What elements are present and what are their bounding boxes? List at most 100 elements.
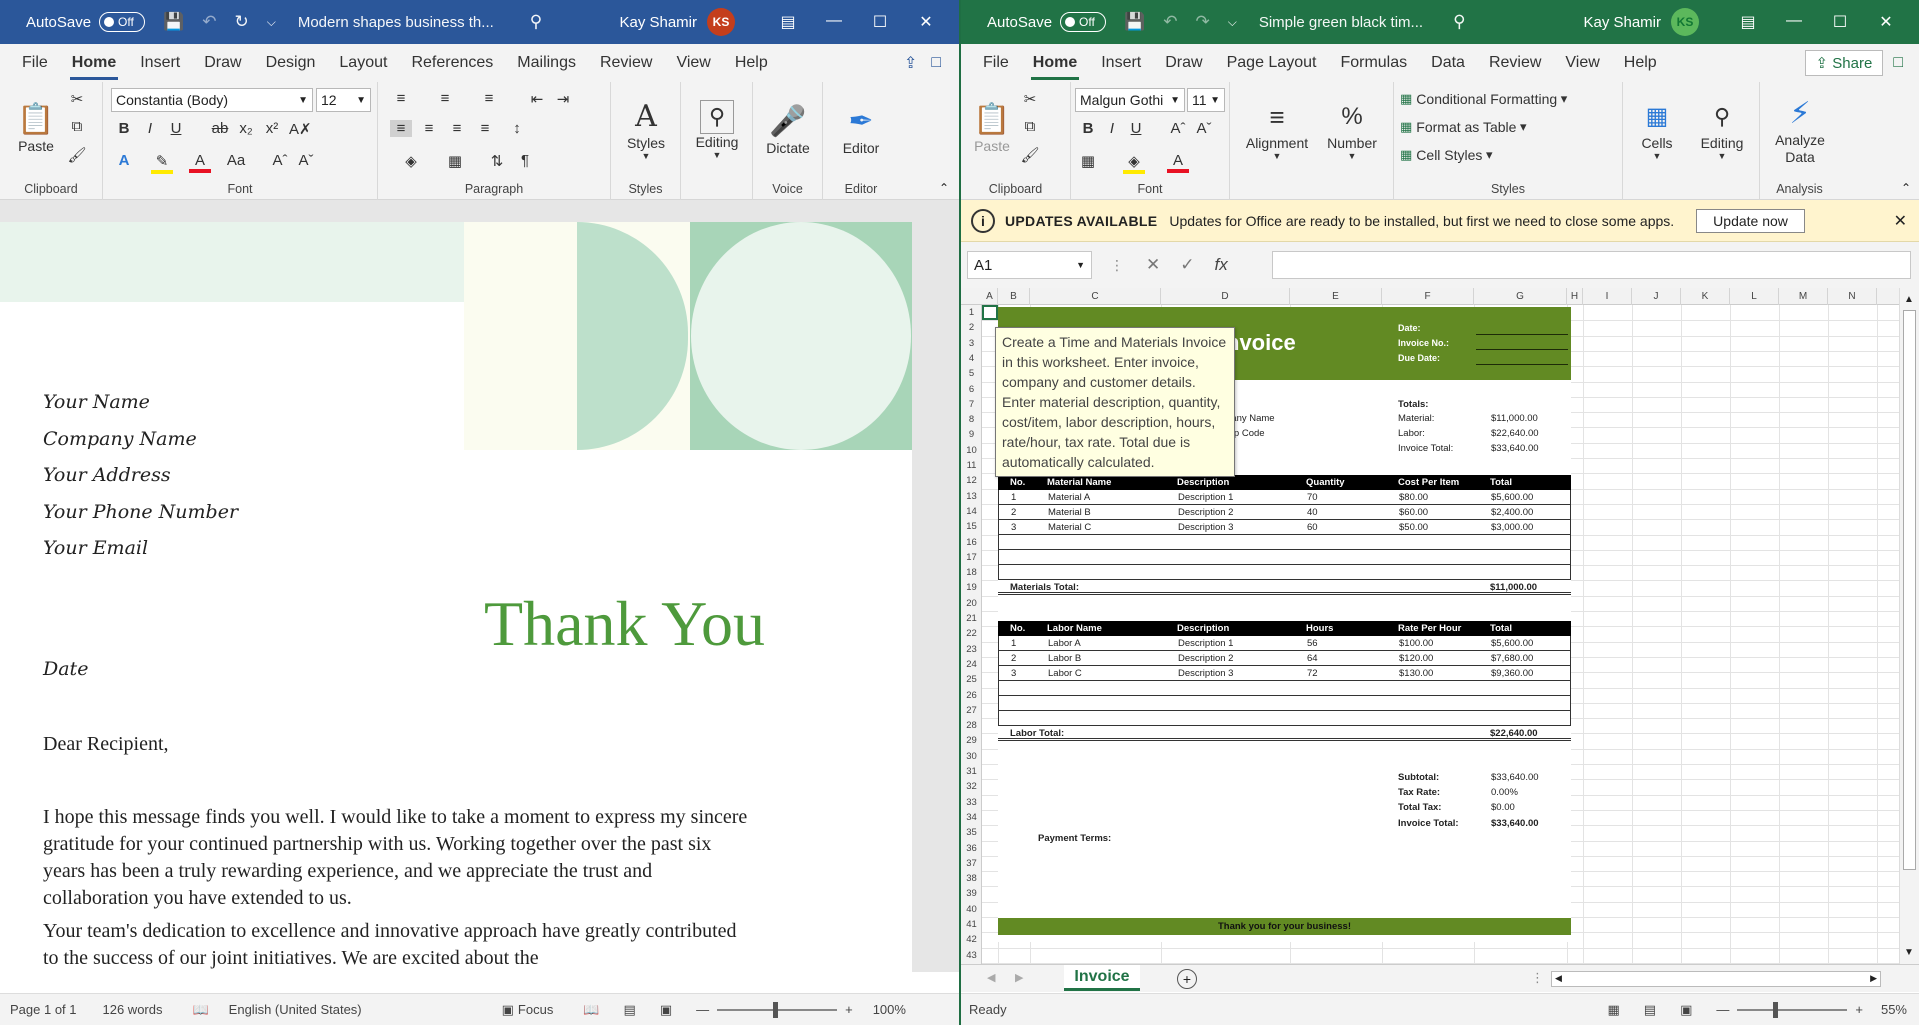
table-row[interactable]: 2 Material B Description 2 40 $60.00 $2,400.0… [998, 505, 1571, 520]
column-header[interactable]: I [1583, 288, 1632, 305]
table-row[interactable] [998, 696, 1571, 711]
row-header[interactable]: 22 [961, 628, 982, 639]
tab-layout[interactable]: Layout [327, 44, 399, 82]
autosave-toggle[interactable]: Off [99, 12, 146, 32]
avatar[interactable]: KS [707, 8, 735, 36]
row-header[interactable]: 32 [961, 781, 982, 792]
row-header[interactable]: 34 [961, 812, 982, 823]
minimize-icon[interactable]: — [811, 12, 857, 32]
column-header[interactable]: A [982, 288, 998, 305]
align-left-icon[interactable]: ≡ [390, 120, 412, 137]
grow-font-icon[interactable]: Aˆ [1167, 120, 1189, 137]
ribbon-display-icon[interactable]: ▤ [1725, 12, 1771, 32]
tab-file[interactable]: File [971, 44, 1021, 82]
autosave-toggle[interactable]: Off [1060, 12, 1107, 32]
column-header[interactable]: H [1567, 288, 1583, 305]
borders-icon[interactable]: ▦ [1077, 152, 1099, 170]
maximize-icon[interactable]: ☐ [1817, 12, 1863, 32]
insert-function-icon[interactable]: fx [1215, 255, 1228, 275]
font-size-select[interactable]: 12 ▼ [316, 88, 371, 112]
subscript-icon[interactable]: x₂ [235, 120, 257, 137]
search-icon[interactable]: ⚲ [530, 12, 542, 32]
page-count[interactable]: Page 1 of 1 [10, 1002, 77, 1017]
change-case-icon[interactable]: Aa [225, 152, 247, 169]
tab-home[interactable]: Home [1021, 44, 1089, 82]
paste-button[interactable]: 📋 Paste [8, 88, 64, 168]
normal-view-icon[interactable]: ▦ [1607, 1002, 1619, 1018]
tab-home[interactable]: Home [60, 44, 128, 82]
redo-icon[interactable]: ↷ [1195, 12, 1209, 32]
table-row[interactable] [998, 681, 1571, 696]
column-header[interactable]: C [1030, 288, 1161, 305]
justify-icon[interactable]: ≡ [474, 120, 496, 137]
row-header[interactable]: 6 [961, 384, 982, 395]
row-header[interactable]: 8 [961, 414, 982, 425]
fill-color-icon[interactable]: ◈ [1123, 152, 1145, 174]
row-header[interactable]: 4 [961, 353, 982, 364]
zoom-slider[interactable] [717, 1001, 838, 1018]
show-formatting-icon[interactable]: ¶ [514, 152, 536, 169]
column-header[interactable]: K [1681, 288, 1730, 305]
row-header[interactable]: 12 [961, 475, 982, 486]
formula-bar-options-icon[interactable]: ⋮ [1110, 257, 1124, 274]
row-header[interactable]: 43 [961, 950, 982, 961]
row-header[interactable]: 35 [961, 827, 982, 838]
row-header[interactable]: 3 [961, 338, 982, 349]
copy-icon[interactable]: ⧉ [66, 118, 88, 135]
row-header[interactable]: 28 [961, 720, 982, 731]
editing-button[interactable]: ⚲ Editing ▼ [1691, 88, 1753, 172]
next-sheet-icon[interactable]: ▶ [1015, 971, 1023, 984]
row-header[interactable]: 24 [961, 659, 982, 670]
row-header[interactable]: 30 [961, 751, 982, 762]
shrink-font-icon[interactable]: Aˇ [1193, 120, 1215, 137]
row-header[interactable]: 38 [961, 873, 982, 884]
row-header[interactable]: 13 [961, 491, 982, 502]
table-row[interactable]: 1 Labor A Description 1 56 $100.00 $5,600.00 [998, 636, 1571, 651]
tab-design[interactable]: Design [254, 44, 328, 82]
zoom-out-icon[interactable]: — [1716, 1002, 1729, 1017]
undo-icon[interactable]: ↶ [202, 12, 216, 32]
comments-icon[interactable]: □ [931, 54, 941, 72]
close-icon[interactable]: ✕ [903, 12, 949, 32]
maximize-icon[interactable]: ☐ [857, 12, 903, 32]
shading-icon[interactable]: ◈ [400, 152, 422, 170]
comments-icon[interactable]: □ [1893, 54, 1903, 72]
ribbon-display-icon[interactable]: ▤ [765, 12, 811, 32]
font-color-icon[interactable]: A [189, 152, 211, 173]
read-mode-icon[interactable]: 📖 [583, 1002, 599, 1018]
new-sheet-icon[interactable]: + [1177, 969, 1197, 989]
save-icon[interactable]: 💾 [163, 12, 184, 32]
row-header[interactable]: 2 [961, 322, 982, 333]
tab-review[interactable]: Review [1477, 44, 1553, 82]
name-box[interactable]: A1 ▼ [967, 251, 1092, 279]
sort-icon[interactable]: ⇅ [486, 152, 508, 170]
worksheet-grid[interactable]: A B C D E F G H I J K L M N 1 2 3 4 5 6 7 8 9 10 1… [961, 288, 1899, 964]
tab-view[interactable]: View [664, 44, 722, 82]
zoom-level[interactable]: 55% [1881, 1002, 1907, 1017]
table-row[interactable]: 1 Material A Description 1 70 $80.00 $5,600.0… [998, 490, 1571, 505]
analyze-data-button[interactable]: ⚡ Analyze Data [1764, 86, 1836, 176]
focus-button[interactable]: Focus [518, 1002, 553, 1017]
table-row[interactable]: 3 Labor C Description 3 72 $130.00 $9,360.00 [998, 666, 1571, 681]
bold-icon[interactable]: B [113, 120, 135, 137]
table-row[interactable] [998, 565, 1571, 580]
row-header[interactable]: 19 [961, 582, 982, 593]
scroll-down-icon[interactable]: ▼ [1904, 947, 1914, 958]
row-header[interactable]: 15 [961, 521, 982, 532]
tab-mailings[interactable]: Mailings [505, 44, 588, 82]
row-header[interactable]: 16 [961, 537, 982, 548]
row-header[interactable]: 27 [961, 705, 982, 716]
row-header[interactable]: 14 [961, 506, 982, 517]
collapse-ribbon-icon[interactable]: ⌃ [939, 181, 949, 195]
row-header[interactable]: 1 [961, 307, 982, 318]
save-icon[interactable]: 💾 [1124, 12, 1145, 32]
tab-formulas[interactable]: Formulas [1328, 44, 1419, 82]
close-infobar-icon[interactable]: ✕ [1894, 211, 1907, 231]
column-header[interactable]: N [1828, 288, 1877, 305]
superscript-icon[interactable]: x² [261, 120, 283, 137]
cut-icon[interactable]: ✂ [66, 90, 88, 108]
number-button[interactable]: % Number ▼ [1319, 88, 1385, 172]
row-header[interactable]: 33 [961, 797, 982, 808]
tab-help[interactable]: Help [1612, 44, 1669, 82]
close-icon[interactable]: ✕ [1863, 12, 1909, 32]
